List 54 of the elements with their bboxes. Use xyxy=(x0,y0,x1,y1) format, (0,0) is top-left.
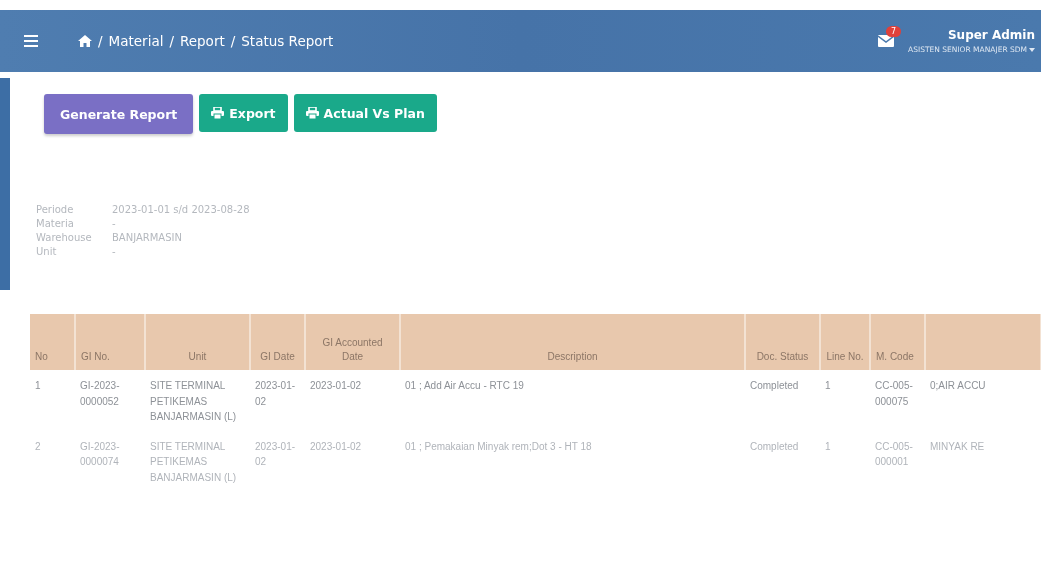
table-cell: 1 xyxy=(820,370,870,431)
column-header: GI Accounted Date xyxy=(305,314,400,370)
column-header: Doc. Status xyxy=(745,314,820,370)
column-header: No xyxy=(30,314,75,370)
table-cell-text: SITE TERMINAL PETIKEMAS BANJARMASIN (L) xyxy=(149,439,238,485)
column-header: GI No. xyxy=(75,314,145,370)
printer-icon xyxy=(305,107,319,119)
column-header: Description xyxy=(400,314,745,370)
table-cell: 0;AIR ACCU xyxy=(925,370,1041,431)
filter-label: Unit xyxy=(36,246,58,257)
filter-value: 2023-01-01 s/d 2023-08-28 xyxy=(112,204,250,215)
filter-value: - xyxy=(112,218,116,229)
breadcrumb-item: Status Report xyxy=(241,33,334,49)
table-cell-text: 2023-01-02 xyxy=(309,439,363,454)
breadcrumb-separator: / xyxy=(169,33,174,49)
column-header: Unit xyxy=(145,314,250,370)
table-cell: 1 xyxy=(30,370,75,431)
table-cell: Completed xyxy=(745,370,820,431)
print-button[interactable]: Actual Vs Plan xyxy=(293,94,437,132)
filter-label: Warehouse xyxy=(36,232,93,243)
breadcrumb-separator: / xyxy=(230,33,236,49)
table-cell-text: GI-2023-0000074 xyxy=(79,439,121,469)
table-cell: 2023-01-02 xyxy=(250,370,305,431)
filter-value: BANJARMASIN xyxy=(112,232,182,243)
envelope-icon[interactable] xyxy=(878,35,895,47)
table-cell: 01 ; Add Air Accu - RTC 19 xyxy=(400,370,745,431)
printer-icon xyxy=(211,107,225,119)
table-cell-text: CC-005-000001 xyxy=(874,439,914,469)
menu-icon[interactable] xyxy=(24,35,38,47)
column-header: GI Date xyxy=(250,314,305,370)
breadcrumb-separator: / xyxy=(98,33,103,49)
notification-badge: 7 xyxy=(886,26,902,37)
table-cell-text: Completed xyxy=(749,439,800,454)
table-cell-text: 2023-01-02 xyxy=(254,439,297,469)
table-cell-text: 1 xyxy=(824,439,832,454)
table-cell: SITE TERMINAL PETIKEMAS BANJARMASIN (L) xyxy=(145,370,250,431)
user-name[interactable]: Super Admin xyxy=(947,28,1035,42)
table-cell-text: 2 xyxy=(34,439,42,454)
generate-button[interactable]: Generate Report xyxy=(44,94,194,134)
breadcrumb-item[interactable]: Material xyxy=(108,33,164,49)
table-cell: 2023-01-02 xyxy=(305,370,400,431)
table-cell: CC-005-000075 xyxy=(870,370,925,431)
caret-icon[interactable] xyxy=(1029,47,1035,52)
filter-label: Periode xyxy=(36,204,75,215)
print-button[interactable]: Export xyxy=(199,94,288,132)
filter-label: Materia xyxy=(36,218,75,229)
table-cell: GI-2023-0000052 xyxy=(75,370,145,431)
home-icon[interactable] xyxy=(78,35,92,47)
table-cell-text: MINYAK RE xyxy=(929,439,986,454)
breadcrumb-item[interactable]: Report xyxy=(179,33,225,49)
column-header: M. Code xyxy=(870,314,925,370)
table-cell-text: 01 ; Pemakaian Minyak rem;Dot 3 - HT 18 xyxy=(404,439,593,454)
filter-value: - xyxy=(112,246,116,257)
column-header: Line No. xyxy=(820,314,870,370)
